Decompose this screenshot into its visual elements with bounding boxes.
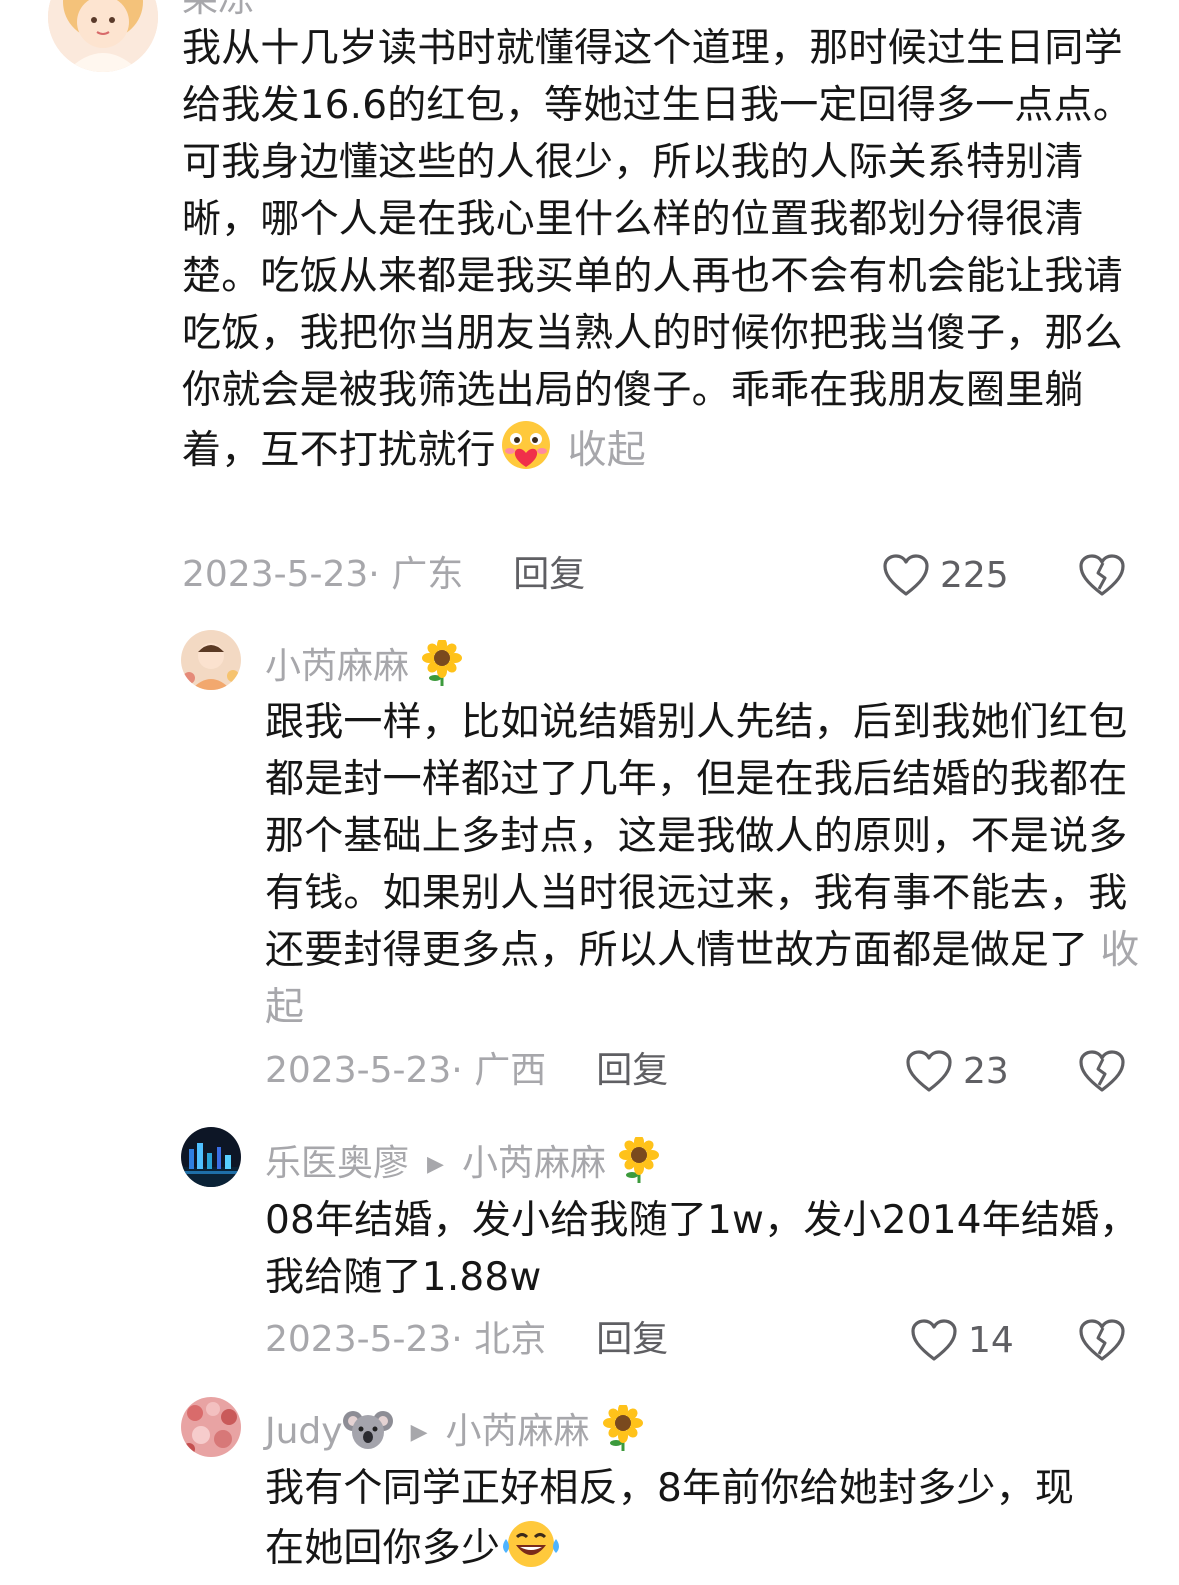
sunflower-emoji: [420, 638, 464, 697]
dislike-button[interactable]: [1078, 1318, 1126, 1366]
avatar[interactable]: [181, 1397, 241, 1457]
comment-date-location: 2023-5-23· 北京: [265, 1319, 547, 1360]
avatar[interactable]: [48, 0, 158, 72]
heart-icon: [906, 1050, 952, 1092]
reply-button[interactable]: 回复: [596, 1319, 668, 1360]
collapse-link[interactable]: 收起: [568, 428, 646, 473]
laughing-tears-emoji: [500, 1517, 562, 1585]
broken-heart-icon: [1079, 1050, 1125, 1092]
broken-heart-icon: [1079, 1319, 1125, 1361]
comment-meta: 2023-5-23· 广西 回复: [265, 1049, 668, 1093]
heart-icon: [911, 1319, 957, 1361]
love-face-emoji: [496, 419, 556, 487]
comment-text-content: 08年结婚，发小给我随了1w，发小2014年结婚，我给随了1.88w: [265, 1198, 1139, 1300]
reply-arrow-icon: ▶: [410, 1420, 428, 1445]
reply-to-username[interactable]: 小芮麻麻: [446, 1411, 590, 1452]
reply-button[interactable]: 回复: [513, 554, 585, 595]
comment-text: 跟我一样，比如说结婚别人先结，后到我她们红包都是封一样都过了几年，但是在我后结婚…: [265, 694, 1145, 1036]
comment-meta: 2023-5-23· 北京 回复: [265, 1318, 668, 1362]
comment-username[interactable]: 乐医奥廖 ▶ 小芮麻麻: [265, 1135, 661, 1194]
comment-meta: 2023-5-23· 广东 回复: [182, 553, 585, 597]
reply-to-username[interactable]: 小芮麻麻: [462, 1143, 606, 1184]
comment-text: 我有个同学正好相反，8年前你给她封多少，现在她回你多少: [265, 1460, 1085, 1585]
avatar[interactable]: [181, 1127, 241, 1187]
comment-date-location: 2023-5-23· 广东: [182, 554, 464, 595]
sunflower-emoji: [601, 1403, 645, 1462]
reply-arrow-icon: ▶: [427, 1152, 444, 1177]
comment-text-content: 跟我一样，比如说结婚别人先结，后到我她们红包都是封一样都过了几年，但是在我后结婚…: [265, 700, 1128, 973]
comment-date-location: 2023-5-23· 广西: [265, 1050, 547, 1091]
dislike-button[interactable]: [1078, 1049, 1126, 1097]
comment-username[interactable]: 小芮麻麻: [265, 638, 464, 697]
comment-text: 我从十几岁读书时就懂得这个道理，那时候过生日同学给我发16.6的红包，等她过生日…: [182, 20, 1142, 487]
comment-username[interactable]: Judy ▶ 小芮麻麻: [265, 1403, 645, 1462]
comment-text: 08年结婚，发小给我随了1w，发小2014年结婚，我给随了1.88w: [265, 1192, 1145, 1306]
like-button[interactable]: 225: [882, 553, 1009, 597]
broken-heart-icon: [1079, 554, 1125, 596]
like-count: 23: [963, 1050, 1009, 1092]
like-count: 14: [968, 1319, 1014, 1361]
dislike-button[interactable]: [1078, 553, 1126, 601]
koala-emoji: [342, 1407, 393, 1462]
sunflower-emoji: [617, 1135, 661, 1194]
like-button[interactable]: 23: [905, 1049, 1009, 1093]
comment-username[interactable]: 果冻: [182, 0, 254, 22]
comment-text-content: 我有个同学正好相反，8年前你给她封多少，现在她回你多少: [265, 1466, 1075, 1571]
avatar[interactable]: [181, 630, 241, 690]
like-button[interactable]: 14: [910, 1318, 1014, 1362]
heart-icon: [883, 554, 929, 596]
like-count: 225: [940, 554, 1009, 596]
reply-button[interactable]: 回复: [596, 1050, 668, 1091]
comment-text-content: 我从十几岁读书时就懂得这个道理，那时候过生日同学给我发16.6的红包，等她过生日…: [182, 26, 1133, 473]
